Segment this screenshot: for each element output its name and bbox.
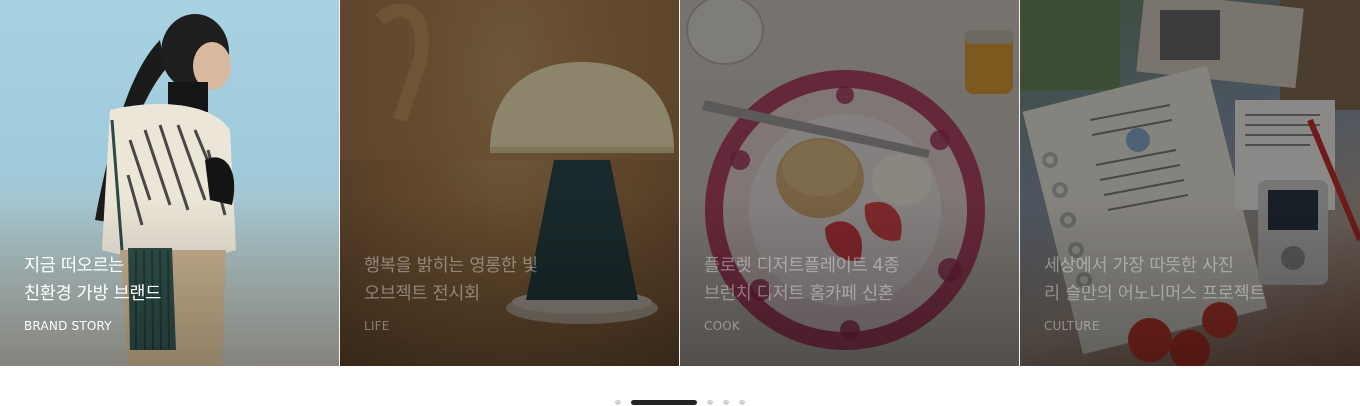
pagination-dot[interactable] [723, 400, 729, 405]
pagination-dot[interactable] [615, 400, 621, 405]
pagination-dot[interactable] [739, 400, 745, 405]
magazine-carousel: 지금 떠오르는 친환경 가방 브랜드 BRAND STORY 행복을 밝히는 영… [0, 0, 1360, 366]
card-title: 세상에서 가장 따뜻한 사진 리 슬만의 어노니머스 프로젝트 [1044, 256, 1266, 304]
card-title: 플로렛 디저트플레이트 4종 브런치 디저트 홈카페 신혼 [704, 256, 900, 304]
carousel-card-cook[interactable]: 플로렛 디저트플레이트 4종 브런치 디저트 홈카페 신혼 COOK [680, 0, 1020, 366]
card-title: 행복을 밝히는 영롱한 빛 오브젝트 전시회 [364, 256, 538, 304]
carousel-card-culture[interactable]: 세상에서 가장 따뜻한 사진 리 슬만의 어노니머스 프로젝트 CULTURE [1020, 0, 1360, 366]
carousel-card-life[interactable]: 행복을 밝히는 영롱한 빛 오브젝트 전시회 LIFE [340, 0, 680, 366]
carousel-card-brand-story[interactable]: 지금 떠오르는 친환경 가방 브랜드 BRAND STORY [0, 0, 340, 366]
card-category: COOK [704, 319, 740, 333]
card-category: LIFE [364, 319, 390, 333]
carousel-pagination [0, 398, 1360, 406]
pagination-dot[interactable] [707, 400, 713, 405]
card-title: 지금 떠오르는 친환경 가방 브랜드 [24, 256, 161, 304]
pagination-dot-active[interactable] [631, 400, 697, 405]
card-category: CULTURE [1044, 319, 1100, 333]
card-category: BRAND STORY [24, 319, 112, 333]
